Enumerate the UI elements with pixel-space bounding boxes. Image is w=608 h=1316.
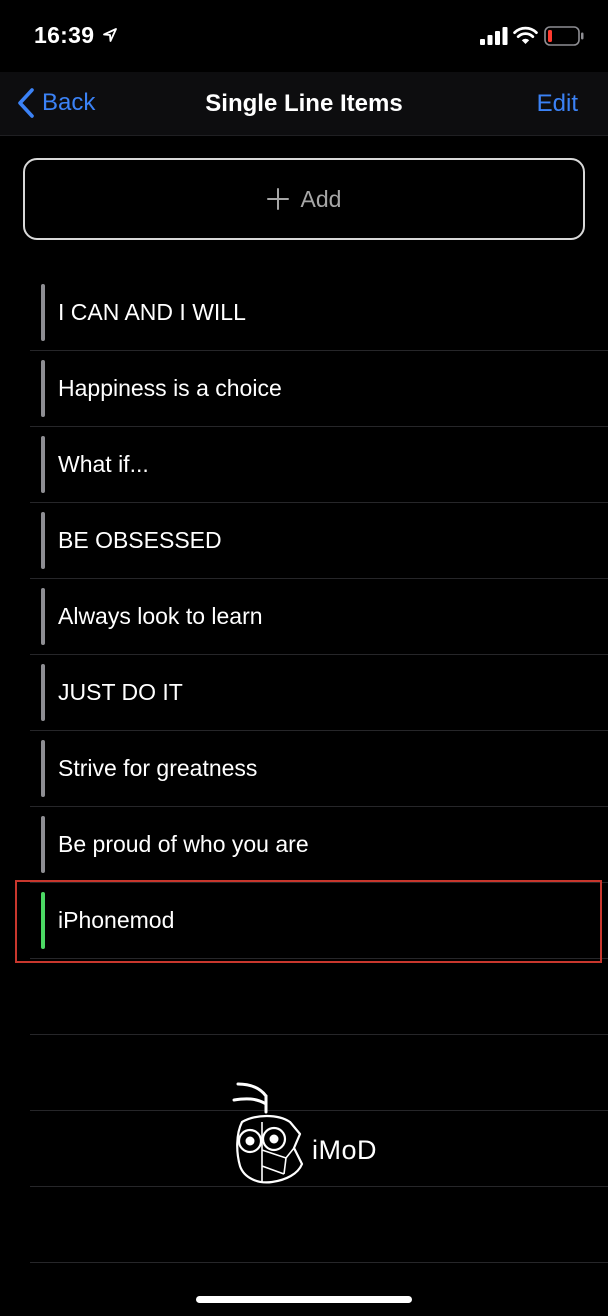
list-item[interactable]: BE OBSESSED xyxy=(30,503,608,579)
status-time: 16:39 xyxy=(34,22,95,48)
item-label: BE OBSESSED xyxy=(58,527,222,553)
list-item[interactable]: Always look to learn xyxy=(30,579,608,655)
item-color-bar xyxy=(41,816,45,873)
empty-row xyxy=(30,959,608,1035)
imod-logo-icon xyxy=(232,1082,304,1184)
plus-icon xyxy=(266,188,289,210)
location-arrow-icon xyxy=(103,28,117,42)
item-label: Strive for greatness xyxy=(58,755,258,781)
item-label: iPhonemod xyxy=(58,907,175,933)
item-label: Be proud of who you are xyxy=(58,831,309,857)
item-label: JUST DO IT xyxy=(58,679,183,705)
item-label: Always look to learn xyxy=(58,603,263,629)
item-color-bar xyxy=(41,360,45,417)
add-button[interactable]: Add xyxy=(23,158,585,240)
item-color-bar xyxy=(41,588,45,645)
list-item[interactable]: Strive for greatness xyxy=(30,731,608,807)
list-item[interactable]: JUST DO IT xyxy=(30,655,608,731)
edit-button[interactable]: Edit xyxy=(537,90,578,118)
wifi-icon xyxy=(513,26,538,44)
item-label: What if... xyxy=(58,451,149,477)
list-item[interactable]: Happiness is a choice xyxy=(30,351,608,427)
item-label: I CAN AND I WILL xyxy=(58,299,246,325)
add-button-label: Add xyxy=(300,185,342,212)
status-bar: 16:39 xyxy=(0,0,608,72)
navigation-bar: Back Single Line Items Edit xyxy=(0,72,608,136)
cellular-signal-icon xyxy=(480,27,508,45)
list-item[interactable]: Be proud of who you are xyxy=(30,807,608,883)
item-color-bar xyxy=(41,740,45,797)
item-color-bar xyxy=(41,512,45,569)
page-title: Single Line Items xyxy=(205,90,403,117)
item-color-bar xyxy=(41,436,45,493)
item-color-bar xyxy=(41,664,45,721)
item-color-bar xyxy=(41,892,45,949)
item-color-bar xyxy=(41,284,45,341)
battery-icon xyxy=(544,26,584,46)
list-item-selected[interactable]: iPhonemod xyxy=(30,883,608,959)
list-item[interactable]: I CAN AND I WILL xyxy=(30,275,608,351)
empty-row xyxy=(30,1187,608,1263)
home-indicator[interactable] xyxy=(196,1296,412,1303)
item-label: Happiness is a choice xyxy=(58,375,282,401)
list-item[interactable]: What if... xyxy=(30,427,608,503)
watermark-text: iMoD xyxy=(312,1135,378,1165)
